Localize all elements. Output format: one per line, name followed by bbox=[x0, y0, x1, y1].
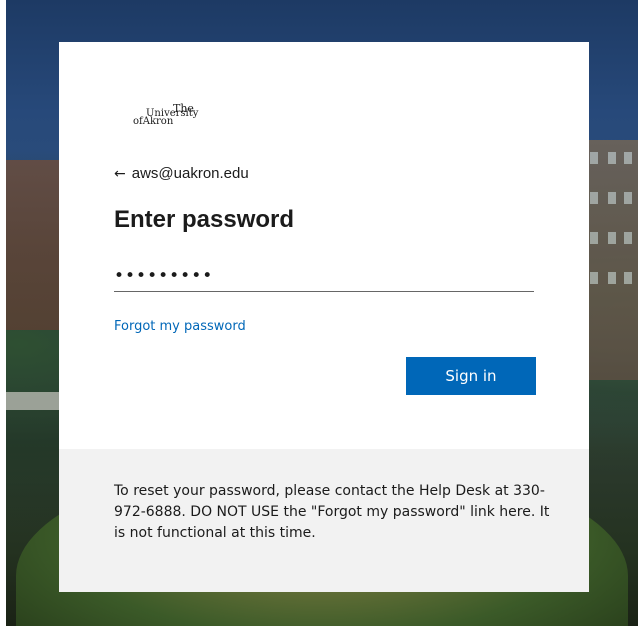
page-title: Enter password bbox=[114, 206, 295, 233]
card-main: The University ofAkron ← aws@uakron.edu … bbox=[59, 42, 589, 449]
back-arrow-icon: ← bbox=[114, 166, 126, 182]
card-footer: To reset your password, please contact t… bbox=[59, 449, 589, 592]
help-desk-notice: To reset your password, please contact t… bbox=[114, 483, 550, 541]
logo-of: of bbox=[133, 116, 143, 127]
forgot-password-link[interactable]: Forgot my password bbox=[114, 318, 246, 336]
logo-of-akron: ofAkron bbox=[133, 116, 173, 127]
sign-in-button[interactable]: Sign in bbox=[406, 357, 536, 395]
university-logo: The University ofAkron bbox=[133, 102, 233, 142]
building-left bbox=[6, 160, 61, 330]
account-identity: aws@uakron.edu bbox=[131, 165, 249, 182]
sign-in-card: The University ofAkron ← aws@uakron.edu … bbox=[59, 42, 589, 592]
password-field[interactable] bbox=[114, 260, 534, 292]
logo-akron: Akron bbox=[142, 116, 174, 127]
walkway bbox=[6, 392, 64, 410]
back-button[interactable]: ← aws@uakron.edu bbox=[114, 164, 249, 184]
